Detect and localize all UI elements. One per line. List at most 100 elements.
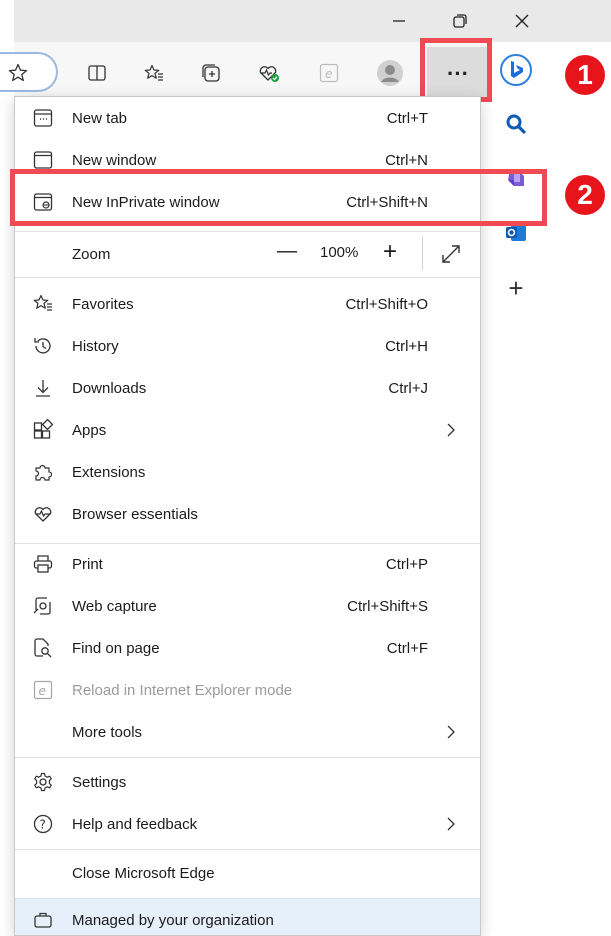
zoom-out-button[interactable]: — bbox=[277, 240, 297, 263]
reload-ie-label: Reload in Internet Explorer mode bbox=[72, 681, 293, 699]
web-capture-label: Web capture bbox=[72, 597, 157, 615]
new-tab-icon bbox=[33, 109, 53, 127]
history-shortcut: Ctrl+H bbox=[385, 337, 428, 355]
managed-label: Managed by your organization bbox=[72, 911, 274, 929]
find-on-page-shortcut: Ctrl+F bbox=[386, 639, 428, 657]
search-button[interactable] bbox=[500, 108, 532, 140]
favorites-icon bbox=[33, 294, 52, 311]
menu-divider bbox=[15, 849, 480, 850]
gear-icon bbox=[34, 772, 52, 792]
new-tab-shortcut: Ctrl+T bbox=[386, 109, 428, 127]
browser-essentials-icon bbox=[34, 507, 52, 522]
menu-item-settings[interactable]: Settings bbox=[15, 761, 480, 803]
zoom-divider bbox=[422, 236, 423, 270]
extensions-icon bbox=[35, 464, 53, 481]
chevron-right-icon bbox=[447, 423, 455, 437]
new-window-label: New window bbox=[72, 151, 157, 169]
menu-item-apps[interactable]: Apps bbox=[15, 409, 480, 451]
search-icon bbox=[506, 114, 526, 134]
menu-item-browser-essentials[interactable]: Browser essentials bbox=[15, 493, 480, 535]
svg-text:e: e bbox=[325, 67, 332, 81]
browser-essentials-icon bbox=[259, 66, 279, 82]
menu-item-history[interactable]: History Ctrl+H bbox=[15, 325, 480, 367]
minimize-icon bbox=[393, 20, 405, 22]
menu-item-web-capture[interactable]: Web capture Ctrl+Shift+S bbox=[15, 585, 480, 627]
chevron-right-icon bbox=[447, 817, 455, 831]
browser-essentials-label: Browser essentials bbox=[72, 505, 198, 523]
favorite-star-icon[interactable] bbox=[8, 63, 28, 83]
menu-item-print[interactable]: Print Ctrl+P bbox=[15, 543, 480, 585]
svg-text:e: e bbox=[39, 684, 46, 698]
web-capture-icon bbox=[33, 597, 51, 615]
restore-icon bbox=[453, 14, 467, 28]
menu-item-find-on-page[interactable]: Find on page Ctrl+F bbox=[15, 627, 480, 669]
menu-item-managed-by-organization[interactable]: Managed by your organization bbox=[15, 898, 480, 935]
menu-item-more-tools[interactable]: More tools bbox=[15, 711, 480, 753]
menu-item-close-microsoft-edge[interactable]: Close Microsoft Edge bbox=[15, 852, 480, 894]
print-shortcut: Ctrl+P bbox=[385, 555, 428, 573]
menu-item-new-tab[interactable]: New tab Ctrl+T bbox=[15, 97, 480, 139]
step-badge-2: 2 bbox=[565, 175, 605, 215]
step-badge-1: 1 bbox=[565, 55, 605, 95]
close-icon bbox=[515, 14, 529, 28]
close-edge-label: Close Microsoft Edge bbox=[72, 864, 215, 882]
split-screen-button[interactable] bbox=[80, 56, 114, 90]
favorites-icon bbox=[144, 64, 163, 81]
new-window-shortcut: Ctrl+N bbox=[385, 151, 428, 169]
settings-label: Settings bbox=[72, 773, 127, 791]
fullscreen-icon[interactable] bbox=[441, 244, 461, 264]
menu-divider bbox=[15, 757, 480, 758]
menu-item-reload-ie-mode: e Reload in Internet Explorer mode bbox=[15, 669, 480, 711]
menu-divider bbox=[15, 277, 480, 278]
history-icon bbox=[34, 338, 51, 354]
find-on-page-icon bbox=[34, 638, 52, 658]
highlight-inprivate-item bbox=[10, 169, 547, 226]
favorites-label: Favorites bbox=[72, 295, 134, 313]
zoom-level: 100% bbox=[320, 244, 359, 261]
profile-icon bbox=[377, 60, 403, 86]
help-label: Help and feedback bbox=[72, 815, 198, 833]
restore-button[interactable] bbox=[436, 0, 484, 42]
chevron-right-icon bbox=[447, 725, 455, 739]
apps-label: Apps bbox=[72, 421, 107, 439]
browser-essentials-button[interactable] bbox=[252, 56, 286, 90]
zoom-label: Zoom bbox=[72, 245, 111, 263]
help-icon: ? bbox=[33, 814, 53, 834]
extensions-label: Extensions bbox=[72, 463, 146, 481]
ie-mode-icon: e bbox=[33, 680, 53, 700]
print-icon bbox=[33, 555, 53, 573]
menu-item-favorites[interactable]: Favorites Ctrl+Shift+O bbox=[15, 283, 480, 325]
ie-mode-icon: e bbox=[319, 63, 339, 83]
bing-icon bbox=[500, 54, 532, 86]
downloads-label: Downloads bbox=[72, 379, 147, 397]
split-screen-icon bbox=[88, 65, 106, 81]
add-sidebar-button[interactable]: + bbox=[500, 272, 532, 304]
menu-item-zoom: Zoom — 100% + bbox=[15, 232, 480, 276]
apps-icon bbox=[33, 418, 54, 439]
collections-button[interactable] bbox=[194, 56, 228, 90]
ie-mode-button[interactable]: e bbox=[312, 56, 346, 90]
more-tools-label: More tools bbox=[72, 723, 143, 741]
close-window-button[interactable] bbox=[498, 0, 546, 42]
minimize-button[interactable] bbox=[375, 0, 423, 42]
web-capture-shortcut: Ctrl+Shift+S bbox=[347, 597, 428, 615]
print-label: Print bbox=[72, 555, 103, 573]
favorites-button[interactable] bbox=[137, 56, 171, 90]
new-tab-label: New tab bbox=[72, 109, 128, 127]
collections-icon bbox=[202, 64, 220, 82]
menu-item-help-and-feedback[interactable]: ? Help and feedback bbox=[15, 803, 480, 845]
downloads-shortcut: Ctrl+J bbox=[388, 379, 428, 397]
bing-button[interactable] bbox=[500, 54, 532, 86]
find-on-page-label: Find on page bbox=[72, 639, 160, 657]
menu-item-extensions[interactable]: Extensions bbox=[15, 451, 480, 493]
new-window-icon bbox=[33, 151, 53, 169]
profile-button[interactable] bbox=[373, 56, 407, 90]
zoom-in-button[interactable]: + bbox=[383, 238, 397, 266]
highlight-more-button bbox=[420, 38, 492, 102]
briefcase-icon bbox=[34, 912, 52, 928]
menu-item-downloads[interactable]: Downloads Ctrl+J bbox=[15, 367, 480, 409]
svg-text:?: ? bbox=[40, 818, 46, 832]
address-bar[interactable] bbox=[0, 52, 58, 92]
download-icon bbox=[36, 380, 50, 397]
favorites-shortcut: Ctrl+Shift+O bbox=[345, 295, 428, 313]
